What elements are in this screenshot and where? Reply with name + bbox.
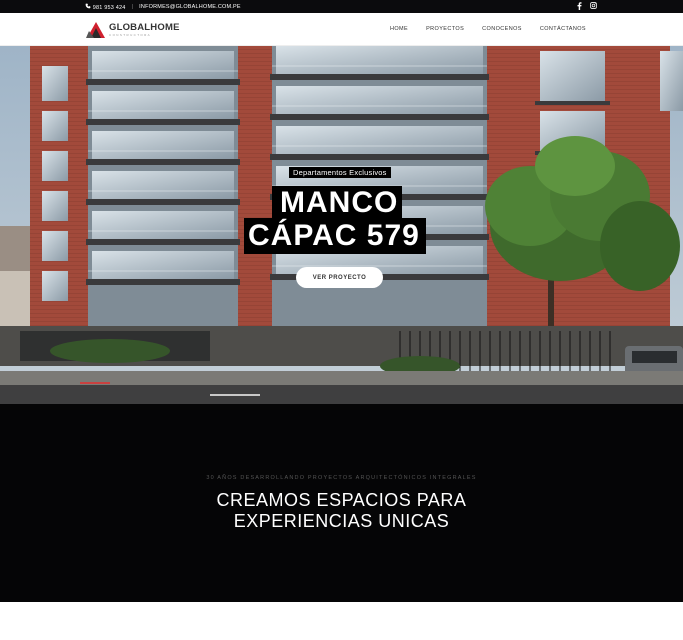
intro-section: 30 AÑOS DESARROLLANDO PROYECTOS ARQUITEC… [0, 404, 683, 602]
nav-home[interactable]: HOME [390, 26, 408, 32]
phone-number: 981 953 424 [92, 5, 126, 11]
nav-contactanos[interactable]: CONTÁCTANOS [540, 26, 586, 32]
logo-mark-icon [86, 22, 105, 38]
email-link[interactable]: INFORMES@GLOBALHOME.COM.PE [139, 4, 241, 10]
hero-kicker: Departamentos Exclusivos [289, 167, 391, 178]
nav-proyectos[interactable]: PROYECTOS [426, 26, 464, 32]
topbar-separator: | [131, 4, 134, 10]
phone-link[interactable]: 981 953 424 [85, 3, 126, 11]
facebook-icon[interactable] [576, 2, 583, 11]
intro-subtitle: 30 AÑOS DESARROLLANDO PROYECTOS ARQUITEC… [206, 475, 477, 481]
site-header: GLOBALHOME CONSTRUCTORA HOME PROYECTOS C… [0, 13, 683, 46]
phone-icon [85, 3, 91, 9]
hero-title-line1: MANCO [272, 186, 403, 219]
logo-tagline: CONSTRUCTORA [109, 33, 152, 37]
ver-proyecto-button[interactable]: VER PROYECTO [296, 267, 383, 288]
logo-brand: GLOBALHOME [109, 22, 180, 33]
nav-conocenos[interactable]: CONOCENOS [482, 26, 522, 32]
logo[interactable]: GLOBALHOME CONSTRUCTORA [86, 21, 180, 39]
instagram-icon[interactable] [590, 2, 597, 10]
intro-headline: CREAMOS ESPACIOS PARA EXPERIENCIAS UNICA… [0, 490, 683, 532]
hero-title-line2: CÁPAC 579 [244, 218, 426, 254]
main-nav: HOME PROYECTOS CONOCENOS CONTÁCTANOS [390, 26, 586, 32]
intro-headline-line2: EXPERIENCIAS UNICAS [233, 511, 450, 531]
intro-headline-line1: CREAMOS ESPACIOS PARA [216, 490, 467, 510]
hero-banner: Departamentos Exclusivos MANCO CÁPAC 579… [0, 46, 683, 404]
top-bar: 981 953 424 | INFORMES@GLOBALHOME.COM.PE [0, 0, 683, 13]
